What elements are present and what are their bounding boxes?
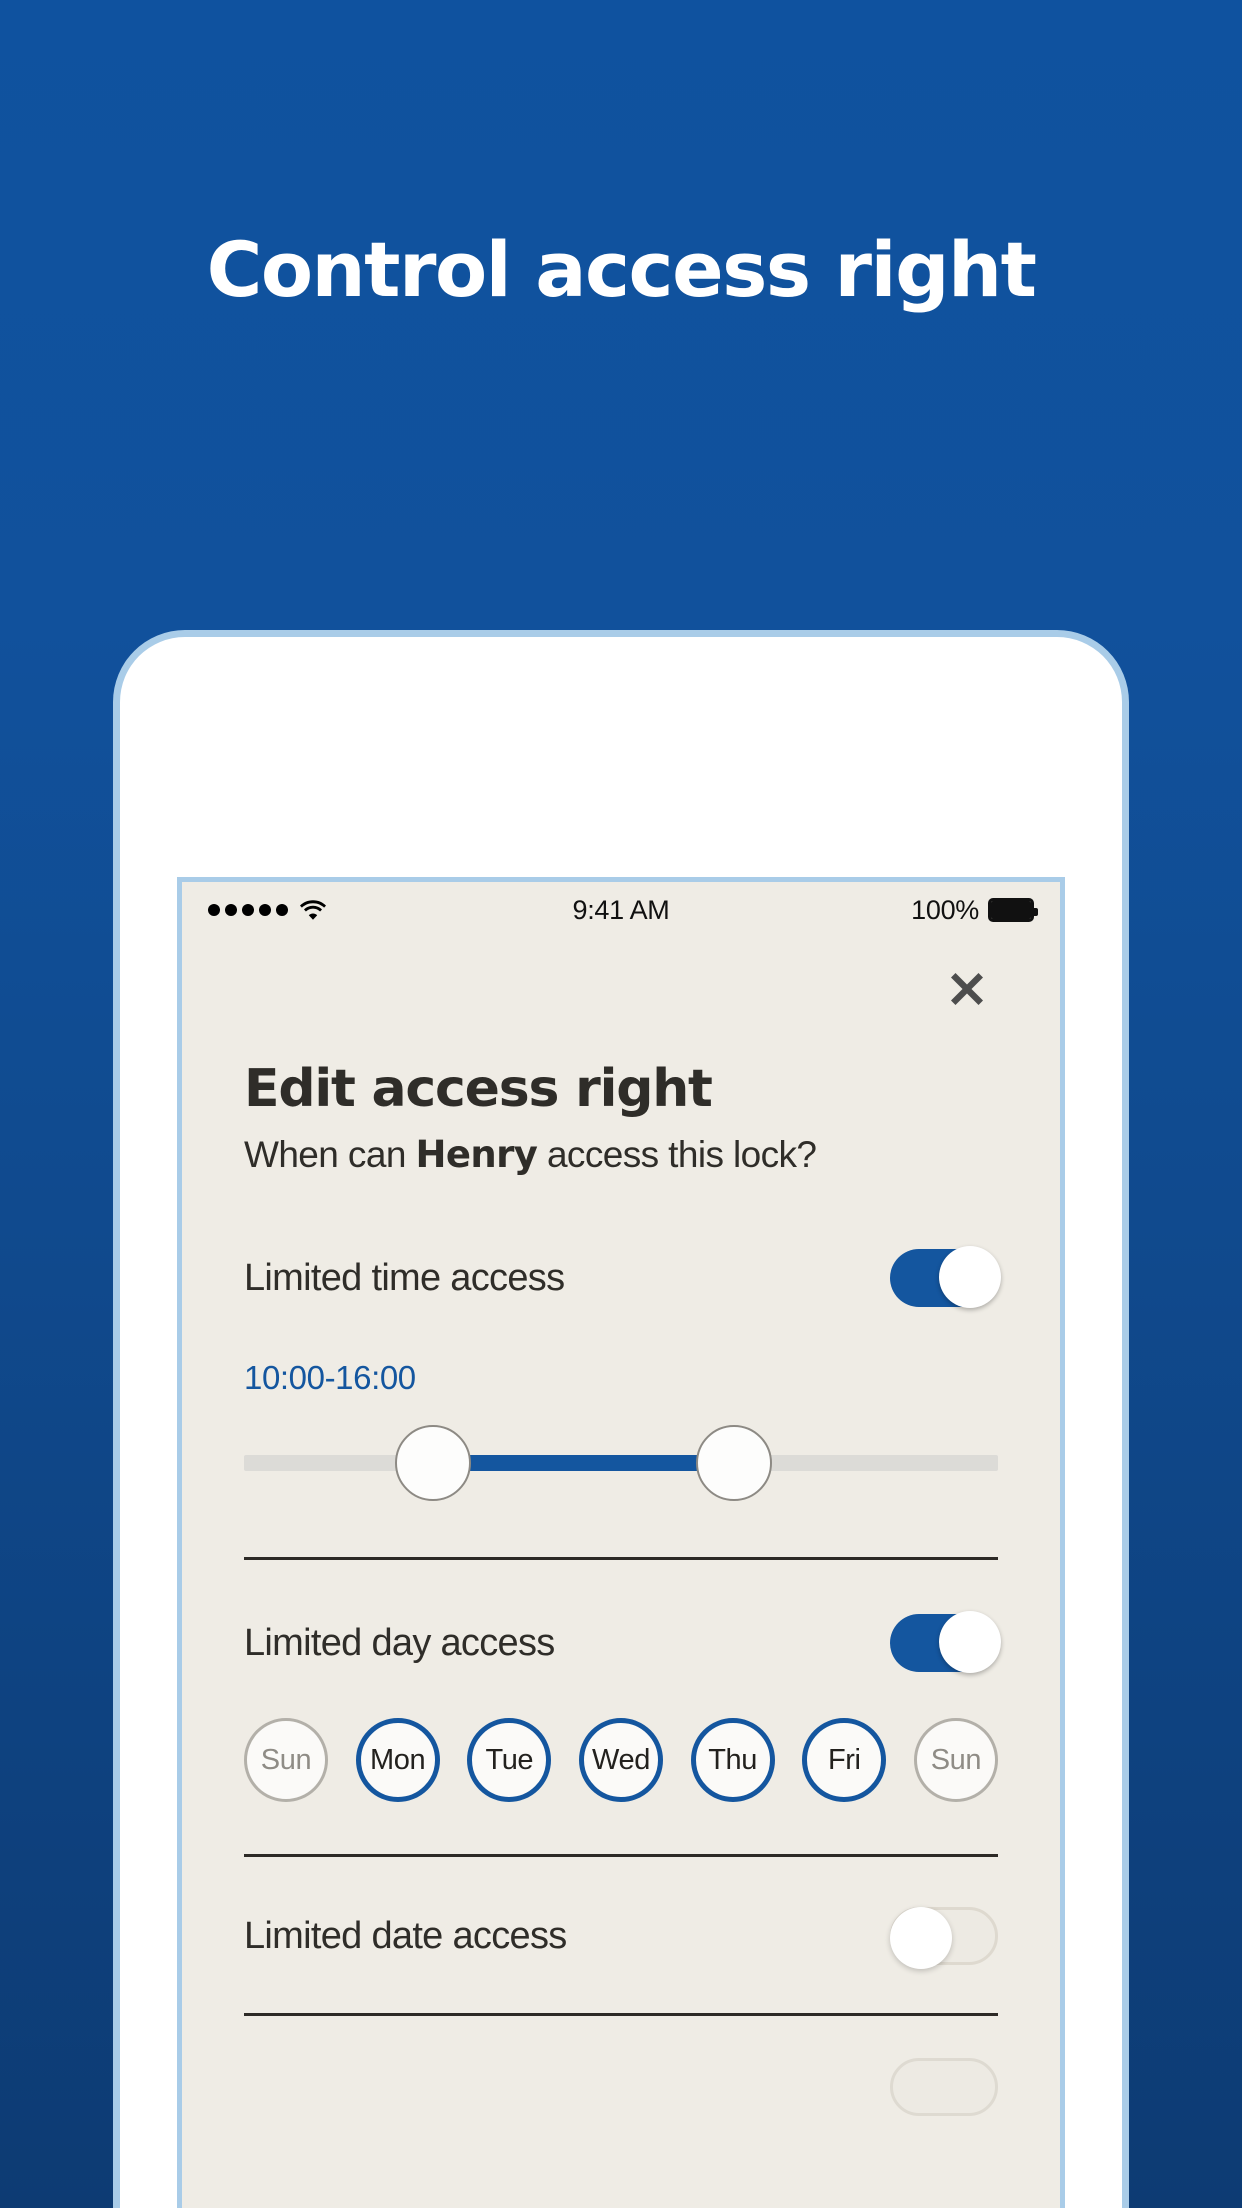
subtitle-suffix: access this lock? — [537, 1133, 817, 1175]
close-button[interactable] — [938, 960, 996, 1018]
toggle-knob — [890, 1907, 952, 1970]
limited-day-access-toggle[interactable] — [890, 1611, 1001, 1674]
status-bar-right: 100% — [911, 894, 1038, 926]
toggle-knob — [939, 1246, 1001, 1309]
poster-background: Control access right 9:41 AM 100% Edit a… — [0, 0, 1242, 2208]
limited-date-access-row: Limited date access — [244, 1907, 998, 1970]
divider-day-date — [244, 1854, 998, 1858]
partial-toggle[interactable] — [890, 2058, 998, 2117]
phone-mockup: 9:41 AM 100% Edit access right When can … — [113, 630, 1129, 2208]
day-chip[interactable]: Wed — [578, 1718, 663, 1803]
divider-time-day — [244, 1557, 998, 1561]
limited-day-access-row: Limited day access — [244, 1611, 1001, 1674]
slider-selected-range — [432, 1455, 735, 1472]
day-chip[interactable]: Thu — [690, 1718, 775, 1803]
divider-date-bottom — [244, 2013, 998, 2017]
poster-headline: Control access right — [206, 225, 1037, 314]
slider-handle-start[interactable] — [394, 1425, 471, 1502]
close-icon — [945, 967, 989, 1011]
subtitle-prefix: When can — [244, 1133, 416, 1175]
day-chip[interactable]: Tue — [467, 1718, 552, 1803]
page-title: Edit access right — [244, 1059, 713, 1119]
close-row — [244, 938, 998, 1018]
page-subtitle: When can Henry access this lock? — [244, 1132, 998, 1176]
limited-day-access-label: Limited day access — [244, 1621, 555, 1664]
battery-full-icon — [988, 898, 1038, 922]
phone-screen: 9:41 AM 100% Edit access right When can … — [177, 877, 1065, 2208]
time-range-slider[interactable] — [244, 1425, 998, 1502]
toggle-knob — [939, 1611, 1001, 1674]
status-bar: 9:41 AM 100% — [182, 882, 1060, 938]
day-chip[interactable]: Sun — [913, 1718, 998, 1803]
day-chip[interactable]: Fri — [802, 1718, 887, 1803]
day-chip[interactable]: Sun — [244, 1718, 328, 1803]
limited-time-access-label: Limited time access — [244, 1256, 565, 1299]
edit-access-sheet: Edit access right When can Henry access … — [182, 938, 1060, 2117]
limited-date-access-toggle[interactable] — [890, 1907, 998, 1970]
next-section-partial — [244, 2058, 998, 2117]
time-range-label: 10:00-16:00 — [244, 1359, 416, 1397]
subtitle-user-name: Henry — [415, 1132, 538, 1176]
day-chip[interactable]: Mon — [355, 1718, 440, 1803]
battery-percent-label: 100% — [911, 894, 979, 925]
limited-time-access-row: Limited time access — [244, 1246, 1001, 1309]
day-selector: Sun Mon Tue Wed Thu Fri Sun — [244, 1718, 998, 1803]
slider-handle-end[interactable] — [696, 1425, 773, 1502]
limited-date-access-label: Limited date access — [244, 1914, 567, 1957]
limited-time-access-toggle[interactable] — [890, 1246, 1001, 1309]
